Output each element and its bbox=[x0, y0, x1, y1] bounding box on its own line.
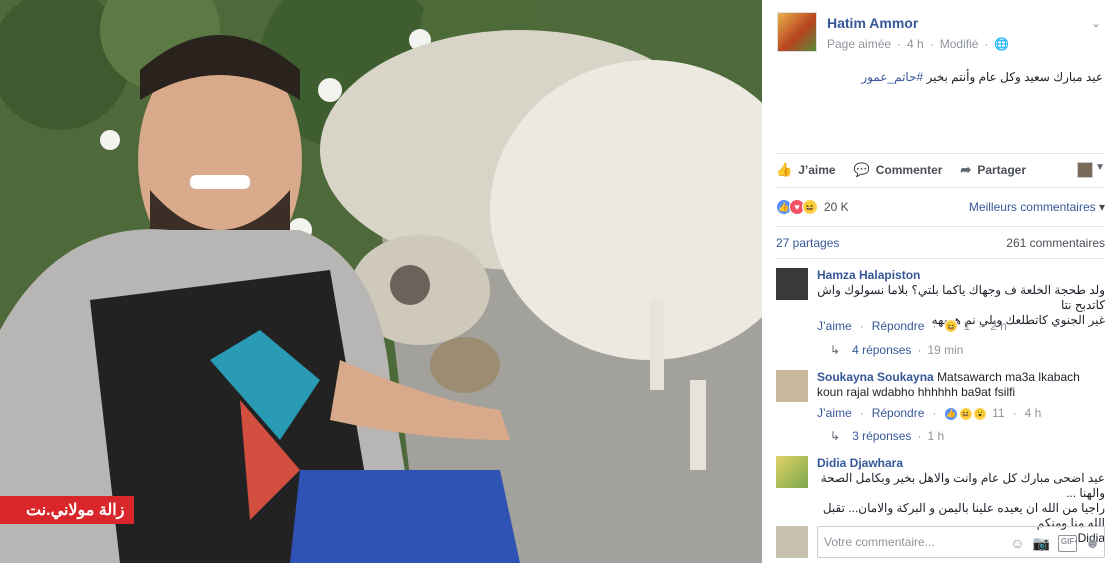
comments-count[interactable]: 261 commentaires bbox=[1006, 236, 1105, 250]
comment-button[interactable]: 💬 Commenter bbox=[854, 162, 943, 178]
sticker-icon[interactable]: ☻ bbox=[1085, 535, 1100, 552]
comment-label: Commenter bbox=[875, 163, 943, 177]
share-button[interactable]: ➦ Partager bbox=[960, 162, 1026, 178]
comment-reaction-count[interactable]: 1 bbox=[963, 319, 970, 333]
gif-icon[interactable]: GIF bbox=[1057, 535, 1078, 552]
like-reaction-icon[interactable]: 👍 bbox=[944, 406, 959, 421]
comment-item: Hamza Halapiston ولد طحجة الخلعة ف وجهاك… bbox=[776, 268, 1105, 358]
meta-liked[interactable]: Page aimée bbox=[827, 37, 891, 51]
reply-arrow-icon: ↳ bbox=[830, 429, 841, 443]
like-label: J’aime bbox=[798, 163, 836, 177]
post-text: عيد مبارك سعيد وكل عام وأنتم بخير #حاتم_… bbox=[783, 70, 1103, 84]
shares-row: 27 partages 261 commentaires bbox=[776, 236, 1105, 250]
reactions-row: 👍 ♥ 😆 20 K Meilleurs commentaires ▾ bbox=[776, 196, 1105, 218]
divider bbox=[776, 226, 1105, 227]
comment-input-placeholder: Votre commentaire... bbox=[824, 535, 935, 549]
divider bbox=[776, 187, 1105, 188]
replies-time: 19 min bbox=[927, 343, 964, 357]
meta-dot-3: · bbox=[984, 37, 989, 51]
view-replies[interactable]: ↳ 3 réponses · 1 h bbox=[830, 429, 944, 443]
post-text-body: عيد مبارك سعيد وكل عام وأنتم بخير bbox=[926, 70, 1103, 84]
comment-text-line: ولد طحجة الخلعة ف وجهاك ياكما بلتي؟ بلام… bbox=[817, 283, 1105, 312]
caret-down-icon: ▾ bbox=[1098, 200, 1105, 214]
haha-reaction-icon[interactable]: 😆 bbox=[944, 319, 959, 333]
comment-reaction-count[interactable]: 11 bbox=[992, 406, 1004, 420]
separator: · bbox=[859, 405, 864, 420]
reaction-count[interactable]: 20 K bbox=[824, 200, 849, 214]
thumbs-up-icon: 👍 bbox=[776, 162, 793, 177]
action-bar: 👍 J’aime 💬 Commenter ➦ Partager ▼ bbox=[776, 155, 1105, 185]
comment-item: Didia Djawhara عيد اضحى مبارك كل عام وان… bbox=[776, 456, 1105, 545]
post-photo[interactable]: زالة مولاني.نت bbox=[0, 0, 762, 563]
comment-like-link[interactable]: J’aime bbox=[817, 319, 852, 333]
commenter-name[interactable]: Didia Djawhara bbox=[817, 456, 1105, 471]
comment-input[interactable]: Votre commentaire... ☺ 📷 GIF ☻ bbox=[817, 526, 1105, 558]
separator: · bbox=[917, 429, 922, 443]
author-name[interactable]: Hatim Ammor bbox=[827, 15, 918, 31]
comment-sort-dropdown[interactable]: Meilleurs commentaires ▾ bbox=[969, 200, 1105, 214]
share-label: Partager bbox=[977, 163, 1027, 177]
comment-actions: J’aime · Répondre · 😆 1 · 2 h bbox=[817, 319, 1007, 333]
camera-icon[interactable]: 📷 bbox=[1032, 535, 1049, 552]
composer-icons: ☺ 📷 GIF ☻ bbox=[1010, 535, 1100, 552]
separator: · bbox=[917, 343, 922, 357]
page-avatar[interactable] bbox=[777, 12, 817, 52]
commenter-avatar[interactable] bbox=[776, 456, 808, 488]
speech-bubble-icon: 💬 bbox=[853, 162, 870, 177]
watermark-logo: زالة مولاني.نت bbox=[0, 496, 135, 524]
globe-icon: 🌐 bbox=[994, 37, 1010, 51]
comment-reply-link[interactable]: Répondre bbox=[872, 406, 925, 420]
share-as-chevron-icon[interactable]: ▼ bbox=[1095, 162, 1105, 173]
separator: · bbox=[1012, 405, 1017, 420]
commenter-avatar[interactable] bbox=[776, 268, 808, 300]
view-replies[interactable]: ↳ 4 réponses · 19 min bbox=[830, 343, 963, 357]
post-hashtag[interactable]: #حاتم_عمور bbox=[861, 70, 923, 84]
comment-text-inline: Matsawarch ma3a lkabach bbox=[937, 370, 1080, 384]
comment-sort-label: Meilleurs commentaires bbox=[968, 200, 1096, 214]
separator: · bbox=[932, 319, 937, 333]
meta-dot-1: · bbox=[897, 37, 902, 51]
commenter-avatar[interactable] bbox=[776, 370, 808, 402]
comment-text-line: عيد اضحى مبارك كل عام وانت والاهل بخير و… bbox=[820, 471, 1105, 500]
post-options-chevron-icon[interactable]: ⌄ bbox=[1091, 16, 1101, 30]
meta-modified[interactable]: Modifié bbox=[940, 37, 979, 51]
commenter-name[interactable]: Hamza Halapiston bbox=[817, 268, 1105, 283]
like-button[interactable]: 👍 J’aime bbox=[776, 162, 836, 178]
separator: · bbox=[859, 319, 864, 333]
user-avatar bbox=[776, 526, 808, 558]
comment-actions: J’aime · Répondre · 👍 😆 😮 11 · 4 h bbox=[817, 405, 1041, 421]
comment-composer: Votre commentaire... ☺ 📷 GIF ☻ bbox=[776, 524, 1105, 558]
shares-count[interactable]: 27 partages bbox=[776, 236, 839, 250]
post-meta: Page aimée · 4 h · Modifié · 🌐 bbox=[827, 37, 1009, 51]
reply-arrow-icon: ↳ bbox=[830, 343, 841, 357]
meta-dot-2: · bbox=[929, 37, 934, 51]
post-panel: Hatim Ammor Page aimée · 4 h · Modifié ·… bbox=[762, 0, 1119, 563]
separator: · bbox=[978, 319, 983, 333]
wow-reaction-icon[interactable]: 😮 bbox=[973, 406, 988, 421]
comment-item: Soukayna Soukayna Matsawarch ma3a lkabac… bbox=[776, 370, 1105, 450]
photo-illustration bbox=[0, 0, 762, 563]
haha-reaction-icon[interactable]: 😆 bbox=[802, 199, 818, 215]
comment-time[interactable]: 4 h bbox=[1025, 406, 1042, 420]
replies-time: 1 h bbox=[927, 429, 945, 443]
separator: · bbox=[932, 405, 937, 420]
comment-like-link[interactable]: J’aime bbox=[817, 406, 852, 420]
meta-time[interactable]: 4 h bbox=[907, 37, 924, 51]
comment-reply-link[interactable]: Répondre bbox=[872, 319, 925, 333]
replies-count[interactable]: 3 réponses bbox=[852, 429, 911, 443]
haha-reaction-icon[interactable]: 😆 bbox=[958, 406, 973, 421]
emoji-icon[interactable]: ☺ bbox=[1010, 535, 1024, 552]
divider bbox=[776, 258, 1105, 259]
comment-body: Soukayna Soukayna Matsawarch ma3a lkabac… bbox=[817, 370, 1105, 400]
share-as-avatar[interactable] bbox=[1077, 162, 1093, 178]
comment-text-line: koun rajal wdabho hhhhhh ba9at fsilfi bbox=[817, 385, 1016, 399]
post-header: Hatim Ammor Page aimée · 4 h · Modifié ·… bbox=[777, 12, 1109, 56]
replies-count[interactable]: 4 réponses bbox=[852, 343, 911, 357]
comment-time[interactable]: 2 h bbox=[990, 319, 1007, 333]
commenter-name[interactable]: Soukayna Soukayna bbox=[817, 370, 934, 384]
share-arrow-icon: ➦ bbox=[960, 162, 972, 177]
divider bbox=[776, 153, 1105, 154]
